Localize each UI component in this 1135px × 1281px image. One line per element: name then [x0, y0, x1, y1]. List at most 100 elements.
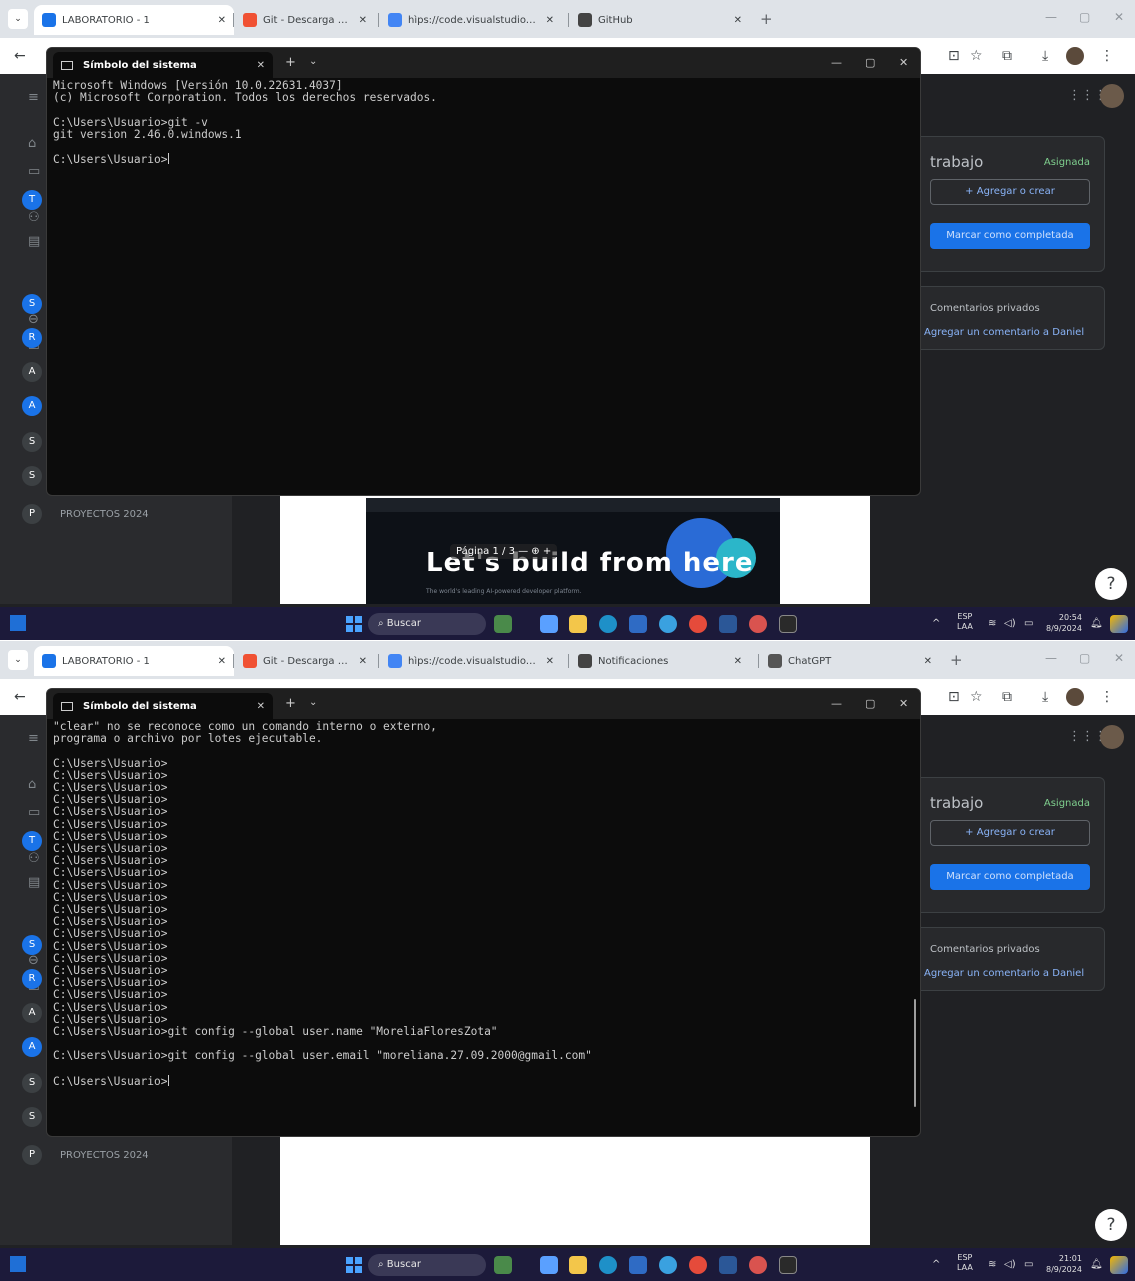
- battery-icon[interactable]: ▭: [1024, 618, 1033, 629]
- add-comment-link[interactable]: Agregar un comentario a Daniel: [924, 968, 1084, 979]
- minimize-browser-icon[interactable]: —: [1045, 651, 1057, 665]
- file-explorer-icon[interactable]: [569, 1256, 587, 1274]
- close-tab-icon[interactable]: ✕: [546, 15, 554, 26]
- widgets-icon[interactable]: [10, 615, 26, 631]
- home-icon[interactable]: ⌂: [28, 777, 36, 792]
- browser-tab[interactable]: GitHub ✕: [570, 5, 750, 35]
- profile-avatar[interactable]: [1066, 47, 1084, 65]
- color-app-icon[interactable]: [1110, 615, 1128, 633]
- chrome-blue-icon[interactable]: [659, 1256, 677, 1274]
- cast-icon[interactable]: ⊡: [948, 47, 960, 65]
- browser-tab[interactable]: LABORATORIO - 1 ✕: [34, 5, 234, 35]
- sidebar-class-item[interactable]: R: [22, 328, 42, 348]
- terminal-output[interactable]: Microsoft Windows [Versión 10.0.22631.40…: [53, 79, 908, 166]
- extensions-icon[interactable]: ⧉: [1002, 47, 1012, 65]
- terminal-titlebar[interactable]: Símbolo del sistema ✕ + ⌄ — ▢ ✕: [47, 48, 920, 78]
- terminal-output[interactable]: "clear" no se reconoce como un comando i…: [53, 720, 908, 1088]
- add-or-create-button[interactable]: + Agregar o crear: [930, 820, 1090, 846]
- close-tab-icon[interactable]: ✕: [359, 15, 367, 26]
- close-browser-icon[interactable]: ✕: [1114, 10, 1124, 24]
- new-tab-icon[interactable]: +: [760, 9, 773, 29]
- edge-icon[interactable]: [599, 1256, 617, 1274]
- tab-search-dropdown[interactable]: ⌄: [8, 9, 28, 29]
- browser-tab[interactable]: Git - Descarga de paquetes ✕: [235, 646, 375, 676]
- sidebar-class-item[interactable]: P PROYECTOS 2024: [22, 504, 149, 524]
- download-icon[interactable]: ⤓: [1042, 47, 1048, 65]
- chrome-icon[interactable]: [689, 615, 707, 633]
- pdf-page-toolbar[interactable]: Página 1 / 3 — ⊕ +: [450, 544, 558, 559]
- browser-tab[interactable]: hìps://code.visualstudio.com/D ✕: [380, 646, 562, 676]
- maximize-icon[interactable]: ▢: [865, 697, 875, 710]
- volume-icon[interactable]: ◁): [1004, 1259, 1016, 1270]
- close-tab-icon[interactable]: ✕: [546, 656, 554, 667]
- taskbar-clock[interactable]: 20:54 8/9/2024: [1046, 612, 1082, 634]
- taskbar-clock[interactable]: 21:01 8/9/2024: [1046, 1253, 1082, 1275]
- browser-tab[interactable]: LABORATORIO - 1 ✕: [34, 646, 234, 676]
- maximize-icon[interactable]: ▢: [865, 56, 875, 69]
- landscape-app-icon[interactable]: [494, 615, 512, 633]
- help-button[interactable]: ?: [1095, 1209, 1127, 1241]
- back-icon[interactable]: ←: [14, 47, 26, 65]
- enrolled-icon[interactable]: ⊖: [28, 312, 39, 327]
- add-comment-link[interactable]: Agregar un comentario a Daniel: [924, 327, 1084, 338]
- browser-tab[interactable]: ChatGPT ✕: [760, 646, 940, 676]
- chrome-icon[interactable]: [689, 1256, 707, 1274]
- restore-browser-icon[interactable]: ▢: [1079, 10, 1090, 24]
- calendar-icon[interactable]: ▭: [28, 164, 40, 179]
- close-window-icon[interactable]: ✕: [899, 697, 908, 710]
- close-tab-icon[interactable]: ✕: [257, 60, 265, 71]
- sidebar-class-item[interactable]: A: [22, 1003, 42, 1023]
- wifi-icon[interactable]: ≋: [988, 1259, 996, 1270]
- account-avatar[interactable]: [1100, 84, 1124, 108]
- browser-tab[interactable]: Git - Descarga de paquetes ✕: [235, 5, 375, 35]
- mark-complete-button[interactable]: Marcar como completada: [930, 223, 1090, 249]
- tray-chevron-icon[interactable]: ^: [932, 618, 940, 629]
- wifi-icon[interactable]: ≋: [988, 618, 996, 629]
- tab-menu-chevron-icon[interactable]: ⌄: [309, 56, 317, 67]
- sidebar-class-item[interactable]: A: [22, 1037, 42, 1057]
- tab-search-dropdown[interactable]: ⌄: [8, 650, 28, 670]
- volume-icon[interactable]: ◁): [1004, 618, 1016, 629]
- teaching-icon[interactable]: ⚇: [28, 851, 40, 866]
- back-icon[interactable]: ←: [14, 688, 26, 706]
- edge-icon[interactable]: [599, 615, 617, 633]
- menu-icon[interactable]: ≡: [28, 90, 39, 105]
- menu-icon[interactable]: ≡: [28, 731, 39, 746]
- close-tab-icon[interactable]: ✕: [734, 15, 742, 26]
- terminal-taskbar-icon[interactable]: [779, 1256, 797, 1274]
- input-language[interactable]: ESP LAA: [957, 612, 973, 632]
- close-tab-icon[interactable]: ✕: [218, 15, 226, 26]
- minimize-icon[interactable]: —: [831, 56, 842, 69]
- store-icon[interactable]: [629, 615, 647, 633]
- minimize-icon[interactable]: —: [831, 697, 842, 710]
- sidebar-class-item[interactable]: T: [22, 190, 42, 210]
- add-or-create-button[interactable]: + Agregar o crear: [930, 179, 1090, 205]
- review-icon[interactable]: ▤: [28, 234, 40, 249]
- minimize-browser-icon[interactable]: —: [1045, 10, 1057, 24]
- download-icon[interactable]: ⤓: [1042, 688, 1048, 706]
- review-icon[interactable]: ▤: [28, 875, 40, 890]
- calendar-icon[interactable]: ▭: [28, 805, 40, 820]
- new-tab-icon[interactable]: +: [285, 55, 296, 70]
- extensions-icon[interactable]: ⧉: [1002, 688, 1012, 706]
- home-icon[interactable]: ⌂: [28, 136, 36, 151]
- chrome-profile-icon[interactable]: [749, 615, 767, 633]
- account-avatar[interactable]: [1100, 725, 1124, 749]
- close-tab-icon[interactable]: ✕: [257, 701, 265, 712]
- input-language[interactable]: ESP LAA: [957, 1253, 973, 1273]
- close-window-icon[interactable]: ✕: [899, 56, 908, 69]
- command-prompt-window[interactable]: Símbolo del sistema ✕ + ⌄ — ▢ ✕ "clear" …: [46, 688, 921, 1137]
- sidebar-class-item[interactable]: R: [22, 969, 42, 989]
- start-windows-icon[interactable]: [346, 616, 362, 632]
- notification-bell-icon[interactable]: 🔔︎: [1090, 1259, 1103, 1270]
- browser-tab[interactable]: hìps://code.visualstudio.com/D ✕: [380, 5, 562, 35]
- new-tab-icon[interactable]: +: [285, 696, 296, 711]
- close-tab-icon[interactable]: ✕: [734, 656, 742, 667]
- taskbar-search[interactable]: ⌕ Buscar: [368, 1254, 486, 1276]
- sidebar-class-item[interactable]: S: [22, 935, 42, 955]
- sidebar-class-item[interactable]: T: [22, 831, 42, 851]
- bookmark-star-icon[interactable]: ☆: [970, 688, 983, 706]
- close-browser-icon[interactable]: ✕: [1114, 651, 1124, 665]
- terminal-taskbar-icon[interactable]: [779, 615, 797, 633]
- terminal-scrollbar[interactable]: [914, 999, 916, 1107]
